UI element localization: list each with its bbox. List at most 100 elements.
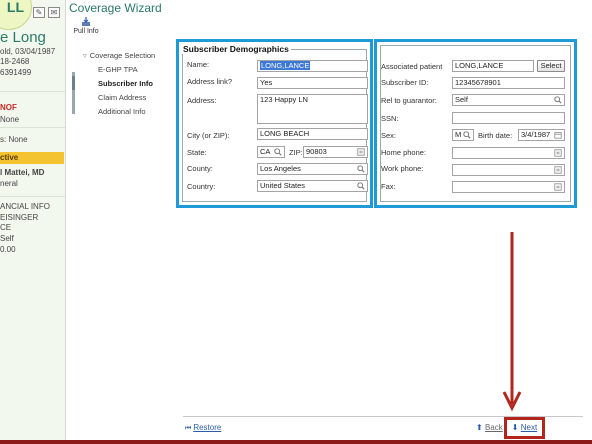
search-icon[interactable]	[463, 131, 471, 139]
next-label: Next	[520, 423, 538, 432]
subscriber-demographics-panel: Subscriber Demographics Name: LONG,LANCE…	[176, 39, 373, 208]
country-value: United States	[260, 181, 306, 190]
search-icon[interactable]	[554, 96, 562, 104]
next-button[interactable]: ⬇ Next	[504, 417, 545, 439]
country-field[interactable]: United States	[257, 180, 368, 192]
county-field[interactable]: Los Angeles	[257, 163, 368, 175]
divider	[0, 196, 65, 197]
ssn-label: SSN:	[381, 114, 399, 123]
nav-coverage-selection[interactable]: ▿ Coverage Selection	[72, 48, 172, 62]
patient-summary-pane: LL ✎ ✉ e Long old, 03/04/1987 18-2468 63…	[0, 0, 66, 440]
arrow-down-icon: ⬇	[511, 423, 519, 432]
patient-allergies: None	[0, 115, 20, 124]
nav-item-label: Subscriber Info	[98, 78, 154, 88]
fax-field[interactable]	[452, 181, 565, 193]
zip-label: ZIP:	[289, 148, 303, 157]
name-value: LONG,LANCE	[260, 61, 311, 70]
pull-info-label: Pull Info	[73, 28, 99, 35]
state-label: State:	[187, 148, 207, 157]
divider	[0, 127, 65, 128]
zip-field[interactable]: 90803	[303, 146, 368, 158]
patient-phone-2: 6391499	[0, 68, 32, 77]
divider	[0, 91, 65, 92]
address-field[interactable]: 123 Happy LN	[257, 94, 368, 124]
pull-info-button[interactable]: Pull Info	[71, 17, 101, 35]
sex-field[interactable]: M	[452, 129, 474, 141]
restore-icon: ⏮	[185, 425, 192, 432]
nav-item-label: Additional Info	[98, 106, 146, 116]
work-phone-label: Work phone:	[381, 164, 424, 173]
calendar-icon[interactable]	[554, 131, 562, 139]
home-phone-field[interactable]	[452, 147, 565, 159]
financial-info-header: ANCIAL INFO	[0, 202, 50, 211]
nav-item-additional-info[interactable]: Additional Info	[72, 104, 172, 118]
state-field[interactable]: CA	[257, 146, 285, 158]
birth-date-value: 3/4/1987	[521, 130, 551, 139]
arrow-up-icon: ⬆	[476, 423, 483, 432]
city-label: City (or ZIP):	[187, 131, 230, 140]
subscriber-details-panel: Associated patient LONG,LANCE Select Sub…	[374, 39, 577, 208]
rel-to-guarantor-field[interactable]: Self	[452, 94, 565, 106]
rel-to-guarantor-label: Rel to guarantor:	[381, 96, 437, 105]
associated-patient-label: Associated patient	[381, 62, 443, 71]
county-value: Los Angeles	[260, 164, 301, 173]
restore-button[interactable]: ⏮ Restore	[185, 423, 221, 433]
patient-name: e Long	[0, 29, 46, 46]
city-field[interactable]: LONG BEACH	[257, 128, 368, 140]
list-icon[interactable]	[554, 183, 562, 191]
sex-label: Sex:	[381, 131, 397, 140]
edit-icon[interactable]: ✎	[33, 7, 45, 18]
restore-label: Restore	[193, 423, 222, 432]
birth-date-field[interactable]: 3/4/1987	[518, 129, 565, 141]
mail-icon[interactable]: ✉	[48, 7, 60, 18]
name-field[interactable]: LONG,LANCE	[257, 60, 368, 72]
county-label: County:	[187, 164, 213, 173]
patient-relation: Self	[0, 234, 14, 243]
sex-value: M	[455, 130, 462, 139]
search-icon[interactable]	[274, 148, 282, 156]
nav-item-label: Claim Address	[98, 92, 147, 102]
subscriber-id-field[interactable]: 12345678901	[452, 77, 565, 89]
patient-phone-1: 18-2468	[0, 57, 30, 66]
nav-item-claim-address[interactable]: Claim Address	[72, 90, 172, 104]
back-label: Back	[484, 423, 503, 432]
country-label: Country:	[187, 182, 216, 191]
zip-value: 90803	[306, 147, 327, 156]
nav-item-label: Coverage Selection	[89, 50, 156, 60]
nav-item-label: E-GHP TPA	[98, 64, 138, 74]
back-button[interactable]: ⬆ Back	[476, 423, 503, 432]
rel-value: Self	[455, 95, 468, 104]
patient-alert: NOF	[0, 103, 17, 112]
patient-dob: old, 03/04/1987	[0, 47, 56, 56]
nav-item-e-ghp-tpa[interactable]: E-GHP TPA	[72, 62, 172, 76]
search-icon[interactable]	[357, 182, 365, 190]
address-link-field[interactable]: Yes	[257, 77, 368, 89]
birth-date-label: Birth date:	[478, 131, 513, 140]
pull-info-icon	[82, 17, 90, 26]
patient-flags: s: None	[0, 135, 28, 144]
ssn-field[interactable]	[452, 112, 565, 124]
patient-balance: 0.00	[0, 245, 16, 254]
subscriber-id-label: Subscriber ID:	[381, 78, 429, 87]
patient-provider: l Mattei, MD	[0, 168, 45, 177]
address-label: Address:	[187, 96, 217, 105]
search-icon[interactable]	[357, 165, 365, 173]
associated-patient-field[interactable]: LONG,LANCE	[452, 60, 534, 72]
annotation-arrow-icon	[502, 232, 522, 412]
list-icon[interactable]	[357, 148, 365, 156]
window-bottom-strip	[0, 440, 592, 444]
home-phone-label: Home phone:	[381, 148, 427, 157]
list-icon[interactable]	[554, 149, 562, 157]
list-icon[interactable]	[554, 166, 562, 174]
state-value: CA	[260, 147, 271, 156]
patient-payer: EISINGER	[0, 213, 39, 222]
name-label: Name:	[187, 60, 210, 69]
patient-payer-2: CE	[0, 223, 12, 232]
address-link-label: Address link?	[187, 77, 233, 86]
select-patient-button[interactable]: Select	[537, 60, 565, 72]
nav-item-subscriber-info[interactable]: Subscriber Info	[72, 76, 172, 90]
patient-avatar: LL	[0, 0, 32, 30]
work-phone-field[interactable]	[452, 164, 565, 176]
patient-initials: LL	[6, 0, 24, 15]
section-title: Subscriber Demographics	[181, 44, 291, 54]
